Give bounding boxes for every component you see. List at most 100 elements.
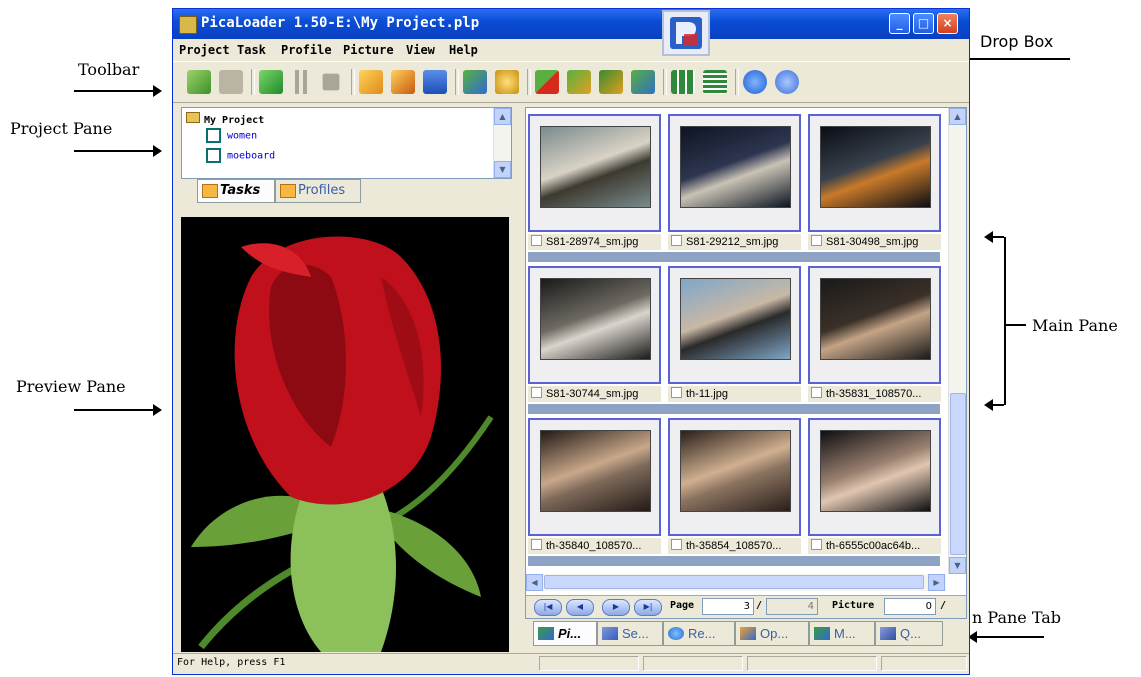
first-page-button[interactable]: |◀	[534, 599, 562, 616]
page-total: 4	[766, 598, 818, 615]
thumbnail-checkbox[interactable]	[531, 539, 542, 550]
title-bar[interactable]: PicaLoader 1.50-E:\My Project.plp _ □ ×	[173, 9, 969, 39]
thumbnail-item[interactable]	[668, 418, 801, 536]
scroll-up-button[interactable]: ▲	[494, 108, 511, 125]
next-page-button[interactable]: ▶	[602, 599, 630, 616]
tab-options[interactable]: Op...	[735, 621, 809, 646]
page-label: Page	[670, 600, 695, 611]
tree-item[interactable]: women	[206, 128, 257, 143]
scroll-up-button[interactable]: ▲	[949, 108, 966, 125]
scroll-thumb[interactable]	[544, 575, 924, 589]
menu-view[interactable]: View	[406, 43, 435, 57]
main-pane-vertical-scrollbar[interactable]: ▲ ▼	[948, 108, 966, 574]
thumbnail-item[interactable]	[808, 114, 941, 232]
menu-picture[interactable]: Picture	[343, 43, 394, 57]
copy-icon[interactable]	[567, 70, 591, 94]
minimize-button[interactable]: _	[889, 13, 910, 34]
menu-project[interactable]: Project	[179, 43, 230, 57]
thumbnail-item[interactable]	[528, 114, 661, 232]
add-icon[interactable]	[187, 70, 211, 94]
thumbnail-image	[540, 278, 651, 360]
help-icon[interactable]	[775, 70, 799, 94]
thumbnail-item[interactable]	[668, 266, 801, 384]
tree-root[interactable]: My Project	[186, 112, 264, 126]
thumbnail-caption: S81-30498_sm.jpg	[808, 234, 941, 250]
thumbnail-checkbox[interactable]	[671, 539, 682, 550]
list-view-icon[interactable]	[703, 70, 727, 94]
scroll-left-button[interactable]: ◀	[526, 574, 543, 591]
tab-queue[interactable]: Q...	[875, 621, 943, 646]
maximize-button[interactable]: □	[913, 13, 934, 34]
main-pane-horizontal-scrollbar[interactable]: ◀ ▶	[526, 574, 946, 591]
save-icon[interactable]	[423, 70, 447, 94]
thumbnail-caption: S81-28974_sm.jpg	[528, 234, 661, 250]
scroll-right-button[interactable]: ▶	[928, 574, 945, 591]
thumbnail-image	[540, 430, 651, 512]
picaloader-window: PicaLoader 1.50-E:\My Project.plp _ □ × …	[172, 8, 970, 675]
start-icon[interactable]	[259, 70, 283, 94]
tab-monitor[interactable]: M...	[809, 621, 875, 646]
drop-box-logo-icon	[670, 17, 702, 49]
pause-icon[interactable]	[289, 70, 313, 94]
annotation-main-pane-connector	[1004, 324, 1026, 326]
network-icon[interactable]	[463, 70, 487, 94]
tab-pictures[interactable]: Pi...	[533, 621, 597, 646]
status-panel	[643, 656, 743, 671]
tree-item[interactable]: moeboard	[206, 148, 275, 163]
close-button[interactable]: ×	[937, 13, 958, 34]
info-icon[interactable]	[743, 70, 767, 94]
main-pane: S81-28974_sm.jpg S81-29212_sm.jpg S81-3049…	[525, 107, 967, 619]
menu-task[interactable]: Task	[237, 43, 266, 57]
settings-icon[interactable]	[495, 70, 519, 94]
row-separator	[528, 404, 940, 414]
thumbnail-caption: S81-29212_sm.jpg	[668, 234, 801, 250]
delete-icon[interactable]	[535, 70, 559, 94]
thumbnail-checkbox[interactable]	[671, 387, 682, 398]
thumbnail-filename: th-35854_108570...	[686, 540, 782, 552]
thumbnail-item[interactable]	[808, 418, 941, 536]
thumbnail-checkbox[interactable]	[531, 387, 542, 398]
row-separator	[528, 556, 940, 566]
thumbnail-checkbox[interactable]	[811, 539, 822, 550]
status-text: For Help, press F1	[177, 657, 286, 668]
thumbnail-filename: th-6555c00ac64b...	[826, 540, 921, 552]
thumbnail-checkbox[interactable]	[811, 235, 822, 246]
tab-search[interactable]: Se...	[597, 621, 663, 646]
menu-profile[interactable]: Profile	[281, 43, 332, 57]
project-pane-scrollbar[interactable]: ▲ ▼	[493, 108, 511, 178]
open-icon[interactable]	[391, 70, 415, 94]
thumbnail-item[interactable]	[528, 418, 661, 536]
last-page-button[interactable]: ▶|	[634, 599, 662, 616]
page-input[interactable]: 3	[702, 598, 754, 615]
scroll-thumb[interactable]	[950, 393, 966, 555]
tab-results[interactable]: Re...	[663, 621, 735, 646]
tab-tasks[interactable]: Tasks	[197, 179, 275, 203]
export-icon[interactable]	[631, 70, 655, 94]
thumbnail-item[interactable]	[808, 266, 941, 384]
annotation-project-pane: Project Pane	[10, 119, 113, 138]
open-project-icon[interactable]	[359, 70, 383, 94]
thumbnail-checkbox[interactable]	[811, 387, 822, 398]
tab-profiles[interactable]: Profiles	[275, 179, 361, 203]
thumbnail-filename: th-35831_108570...	[826, 388, 922, 400]
open-folder-icon[interactable]	[219, 70, 243, 94]
annotation-main-pane-bracket	[1002, 237, 1006, 405]
users-icon[interactable]	[599, 70, 623, 94]
thumbnail-item[interactable]	[668, 114, 801, 232]
thumbnail-item[interactable]	[528, 266, 661, 384]
drop-box[interactable]	[662, 10, 710, 56]
scroll-down-button[interactable]: ▼	[949, 557, 966, 574]
menu-help[interactable]: Help	[449, 43, 478, 57]
picture-input[interactable]: 0	[884, 598, 936, 615]
folder-icon	[186, 112, 200, 123]
status-panel	[539, 656, 639, 671]
stop-icon[interactable]	[322, 73, 340, 91]
monitor-icon	[814, 627, 830, 640]
tasks-icon	[202, 184, 218, 198]
toolbar-separator	[735, 69, 739, 95]
thumbnail-view-icon[interactable]	[671, 70, 695, 94]
thumbnail-checkbox[interactable]	[531, 235, 542, 246]
thumbnail-checkbox[interactable]	[671, 235, 682, 246]
scroll-down-button[interactable]: ▼	[494, 161, 511, 178]
previous-page-button[interactable]: ◀	[566, 599, 594, 616]
